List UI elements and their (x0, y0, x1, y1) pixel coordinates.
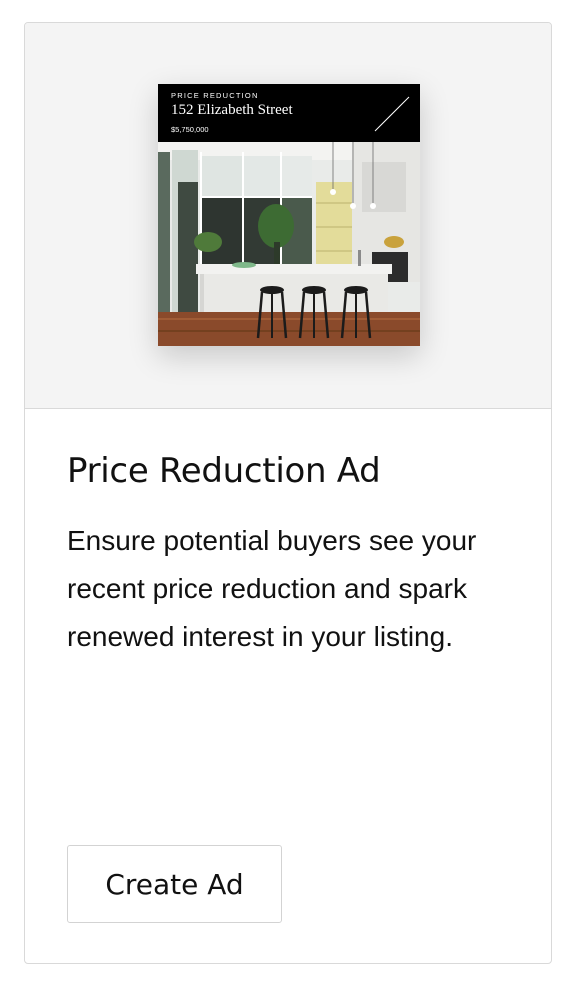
card-description: Ensure potential buyers see your recent … (67, 525, 477, 652)
create-ad-button[interactable]: Create Ad (67, 845, 282, 923)
ad-preview-area: PRICE REDUCTION 152 Elizabeth Street $5,… (25, 23, 551, 409)
kitchen-photo (158, 142, 420, 346)
ad-kicker: PRICE REDUCTION (171, 91, 259, 100)
card-title: Price Reduction Ad (67, 451, 381, 491)
ad-price: $5,750,000 (171, 125, 209, 134)
ad-banner: PRICE REDUCTION 152 Elizabeth Street $5,… (158, 84, 420, 142)
ad-template-card: PRICE REDUCTION 152 Elizabeth Street $5,… (24, 22, 552, 964)
slash-icon (374, 96, 410, 132)
ad-address: 152 Elizabeth Street (171, 102, 293, 118)
ad-preview-image: PRICE REDUCTION 152 Elizabeth Street $5,… (158, 84, 420, 346)
